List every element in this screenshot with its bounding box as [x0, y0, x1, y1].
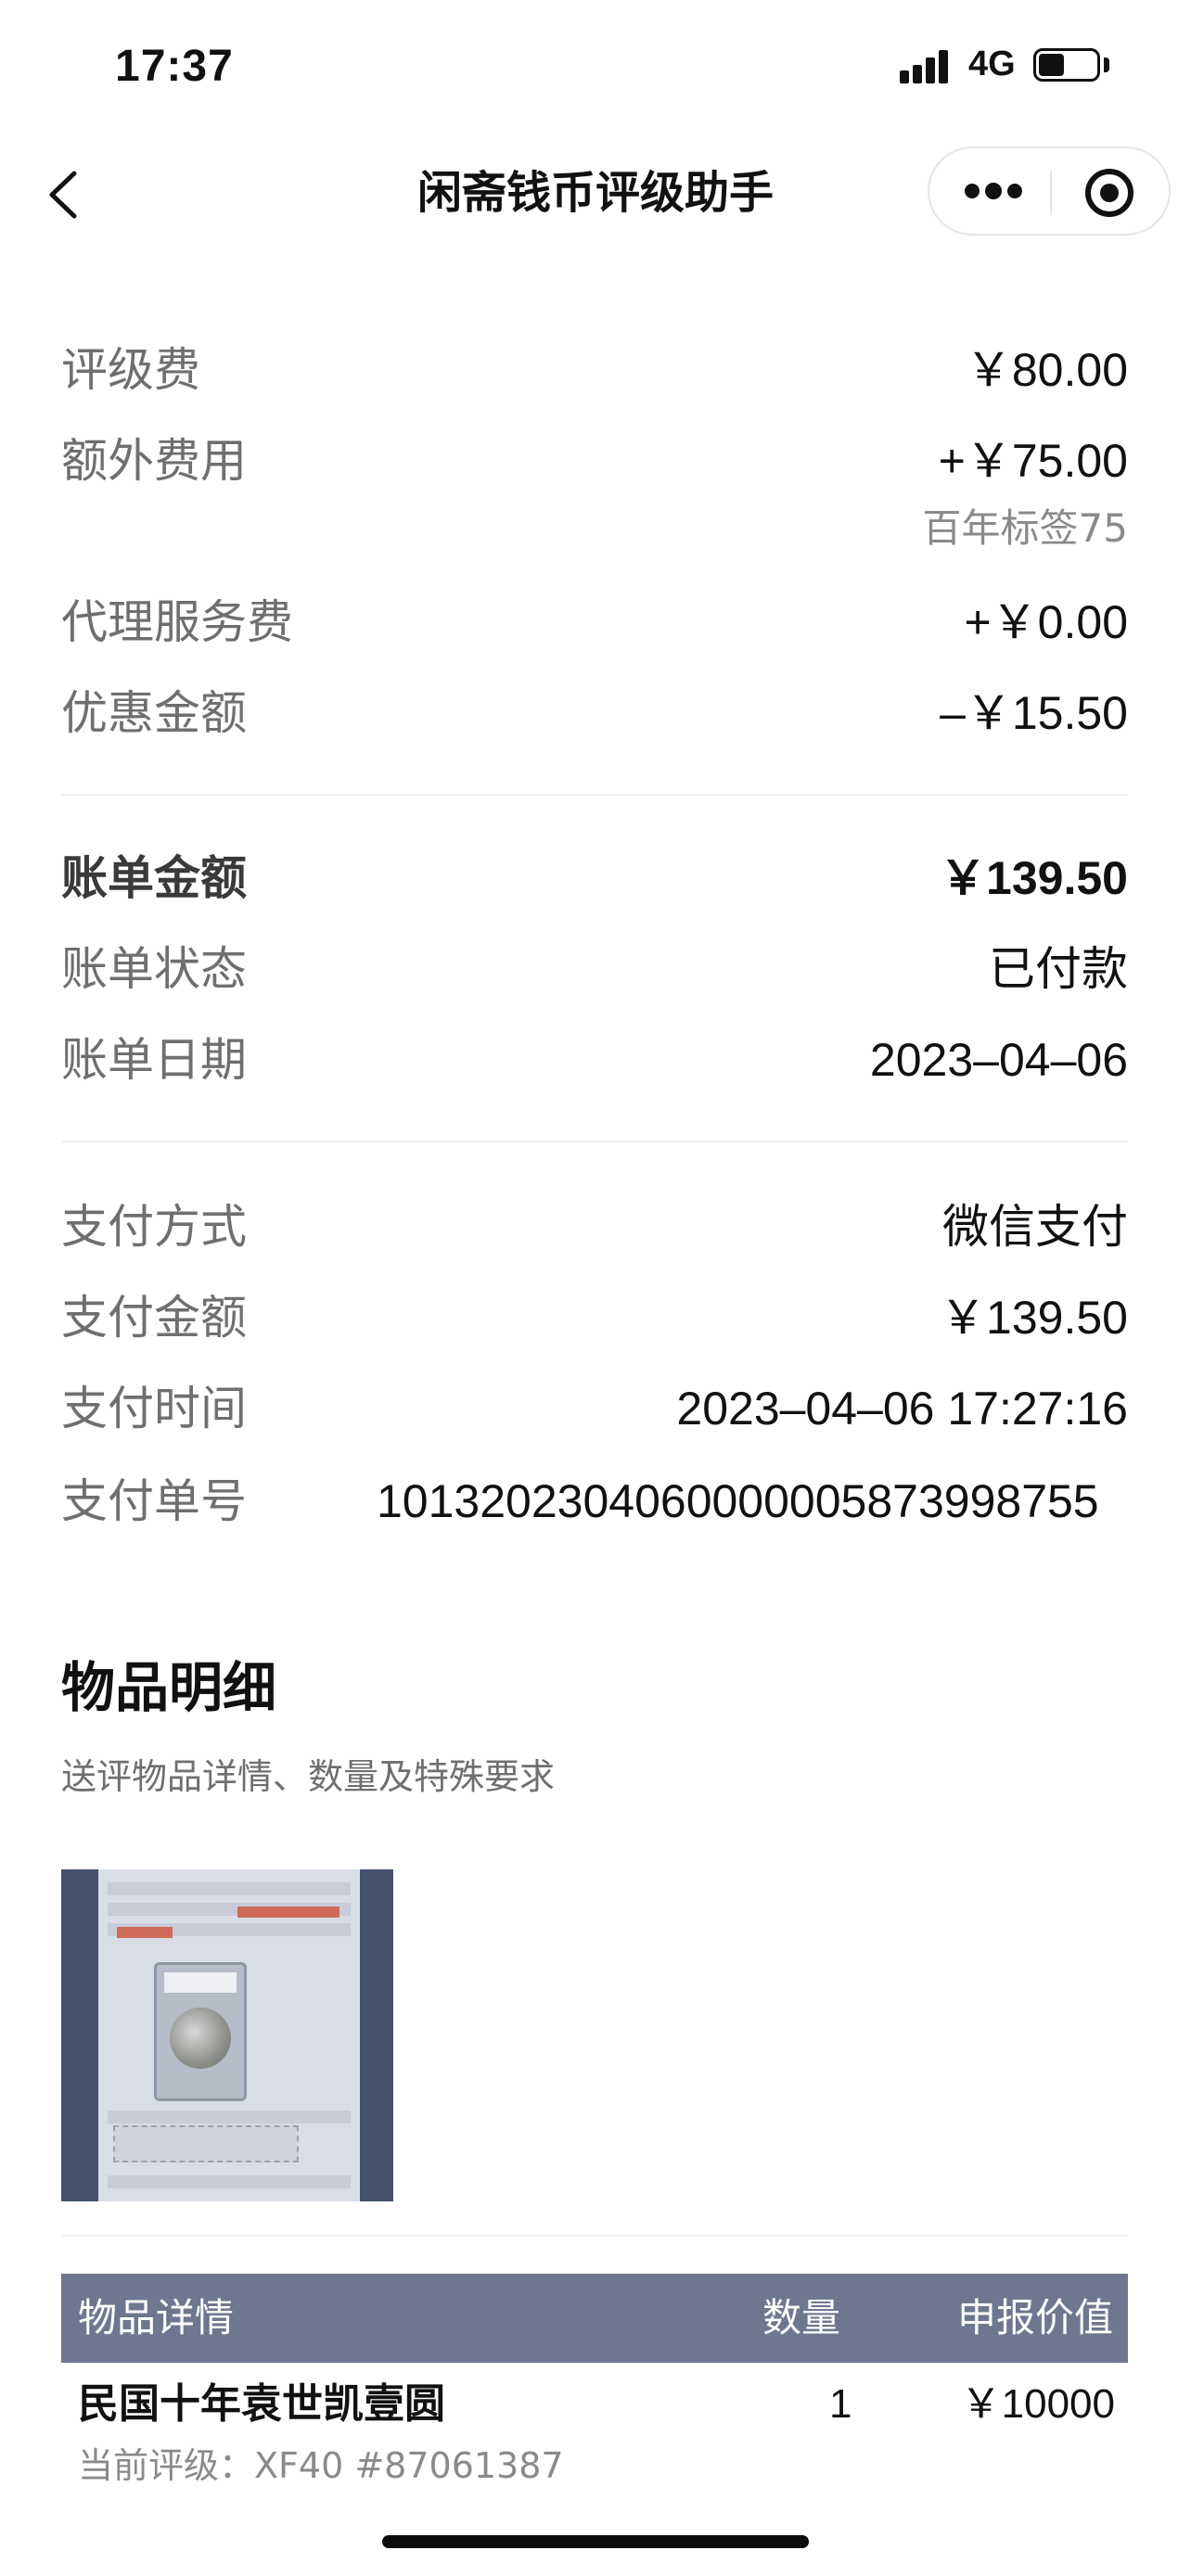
payment-method-label: 支付方式: [61, 1200, 247, 1254]
payment-time-row: 支付时间 2023–04–06 17:27:16: [61, 1376, 1128, 1441]
capsule-divider: [1050, 171, 1052, 215]
items-section-title: 物品明细: [61, 1656, 277, 1719]
divider: [61, 2235, 1128, 2237]
extra-fee-label: 额外费用: [61, 434, 247, 488]
items-table-header: 物品详情 数量 申报价值: [61, 2274, 1128, 2363]
grading-fee-label: 评级费: [61, 343, 200, 397]
item-declared-value: ￥10000: [960, 2381, 1115, 2427]
battery-nub: [1104, 57, 1109, 72]
home-indicator[interactable]: [382, 2535, 809, 2548]
bill-date-value: 2023–04–06: [869, 1034, 1128, 1086]
payment-amount-value: ￥139.50: [940, 1292, 1128, 1344]
network-type: 4G: [968, 45, 1016, 83]
discount-value: –￥15.50: [940, 687, 1128, 739]
payment-number-label: 支付单号: [61, 1474, 247, 1528]
bill-date-label: 账单日期: [61, 1033, 247, 1087]
payment-number-value: 1013202304060000005873998755: [377, 1475, 1099, 1527]
bill-amount-row: 账单金额 ￥139.50: [61, 846, 1128, 911]
item-name: 民国十年袁世凯壹圆: [78, 2380, 445, 2428]
bill-status-label: 账单状态: [61, 942, 247, 996]
divider: [61, 1141, 1128, 1142]
payment-amount-row: 支付金额 ￥139.50: [61, 1285, 1128, 1350]
extra-fee-row: 额外费用 +￥75.00: [61, 428, 1128, 493]
bill-detail-screen: 17:37 4G 闲斋钱币评级助手 评级费 ￥80.00 额外费用 +￥75.0…: [0, 0, 1191, 2576]
payment-method-row: 支付方式 微信支付: [61, 1194, 1128, 1259]
item-photo[interactable]: [61, 1869, 393, 2201]
extra-fee-value: +￥75.00: [938, 435, 1128, 487]
item-quantity: 1: [829, 2381, 852, 2427]
item-grade: 当前评级：XF40 #87061387: [78, 2445, 564, 2486]
bill-date-row: 账单日期 2023–04–06: [61, 1027, 1128, 1092]
payment-time-value: 2023–04–06 17:27:16: [676, 1383, 1128, 1435]
target-circle-icon[interactable]: [1085, 169, 1133, 217]
divider: [61, 794, 1128, 796]
grading-fee-row: 评级费 ￥80.00: [61, 338, 1128, 402]
header-declared-value: 申报价值: [956, 2295, 1113, 2340]
bill-amount-label: 账单金额: [61, 851, 247, 905]
bill-status-row: 账单状态 已付款: [61, 937, 1128, 1001]
extra-fee-note: 百年标签75: [922, 505, 1128, 551]
payment-time-label: 支付时间: [61, 1382, 247, 1435]
status-bar: 17:37 4G: [0, 0, 1191, 134]
agency-fee-value: +￥0.00: [964, 596, 1128, 648]
discount-label: 优惠金额: [61, 686, 247, 740]
header-quantity: 数量: [762, 2295, 841, 2340]
grading-fee-value: ￥80.00: [965, 344, 1128, 396]
status-time: 17:37: [115, 42, 234, 91]
more-dots-icon[interactable]: [965, 183, 1022, 202]
bill-amount-value: ￥139.50: [940, 852, 1128, 904]
discount-row: 优惠金额 –￥15.50: [61, 681, 1128, 746]
items-section-subtitle: 送评物品详情、数量及特殊要求: [61, 1756, 556, 1797]
battery-icon: [1033, 48, 1100, 82]
bill-status-value: 已付款: [989, 942, 1128, 996]
header-item-detail: 物品详情: [78, 2295, 235, 2340]
agency-fee-row: 代理服务费 +￥0.00: [61, 590, 1128, 655]
agency-fee-label: 代理服务费: [61, 595, 293, 649]
mini-program-capsule: [928, 147, 1171, 236]
payment-method-value: 微信支付: [942, 1200, 1128, 1254]
coin-slab-icon: [154, 1962, 247, 2101]
payment-amount-label: 支付金额: [61, 1291, 247, 1345]
signal-icon: [900, 46, 955, 83]
